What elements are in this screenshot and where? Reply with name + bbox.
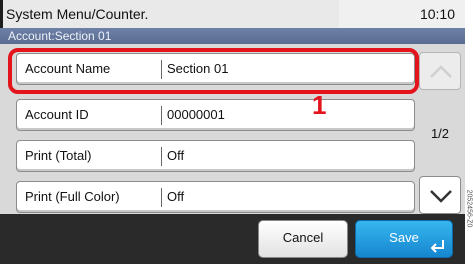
row-account-id[interactable]: Account ID 00000001 bbox=[16, 99, 415, 131]
clock: 10:10 bbox=[339, 0, 465, 28]
row-value: Off bbox=[167, 148, 185, 163]
touch-panel-screen: System Menu/Counter. 10:10 Account:Secti… bbox=[0, 0, 465, 264]
status-bar: System Menu/Counter. 10:10 bbox=[0, 0, 465, 28]
cancel-button[interactable]: Cancel bbox=[258, 220, 348, 258]
save-button[interactable]: Save bbox=[355, 220, 453, 258]
figure-code: 2052456-Z0 bbox=[465, 160, 473, 260]
breadcrumb: Account:Section 01 bbox=[0, 28, 465, 44]
row-value: Off bbox=[167, 189, 185, 204]
page-indicator: 1/2 bbox=[430, 126, 450, 141]
row-label: Print (Full Color) bbox=[25, 189, 120, 204]
row-divider bbox=[161, 147, 162, 166]
callout-highlight-frame bbox=[8, 48, 419, 94]
enter-arrow-icon bbox=[430, 240, 444, 253]
row-label: Print (Total) bbox=[25, 148, 92, 163]
row-divider bbox=[161, 106, 162, 125]
callout-number: 1 bbox=[312, 90, 327, 120]
row-value: 00000001 bbox=[167, 107, 225, 122]
row-label: Account ID bbox=[25, 107, 89, 122]
row-print-full-color[interactable]: Print (Full Color) Off bbox=[16, 181, 415, 213]
row-print-total[interactable]: Print (Total) Off bbox=[16, 140, 415, 172]
screen-title: System Menu/Counter. bbox=[3, 0, 339, 28]
scroll-controls: 1/2 bbox=[419, 52, 463, 214]
footer-bar: Cancel Save bbox=[0, 214, 465, 264]
cancel-button-label: Cancel bbox=[282, 230, 324, 245]
chevron-down-icon bbox=[430, 190, 452, 203]
scroll-up-button[interactable] bbox=[419, 52, 461, 90]
row-divider bbox=[161, 188, 162, 207]
figure-code-text: 2052456-Z0 bbox=[465, 189, 473, 228]
save-button-label: Save bbox=[389, 230, 419, 245]
chevron-up-icon bbox=[430, 65, 452, 78]
scroll-down-button[interactable] bbox=[419, 176, 461, 214]
